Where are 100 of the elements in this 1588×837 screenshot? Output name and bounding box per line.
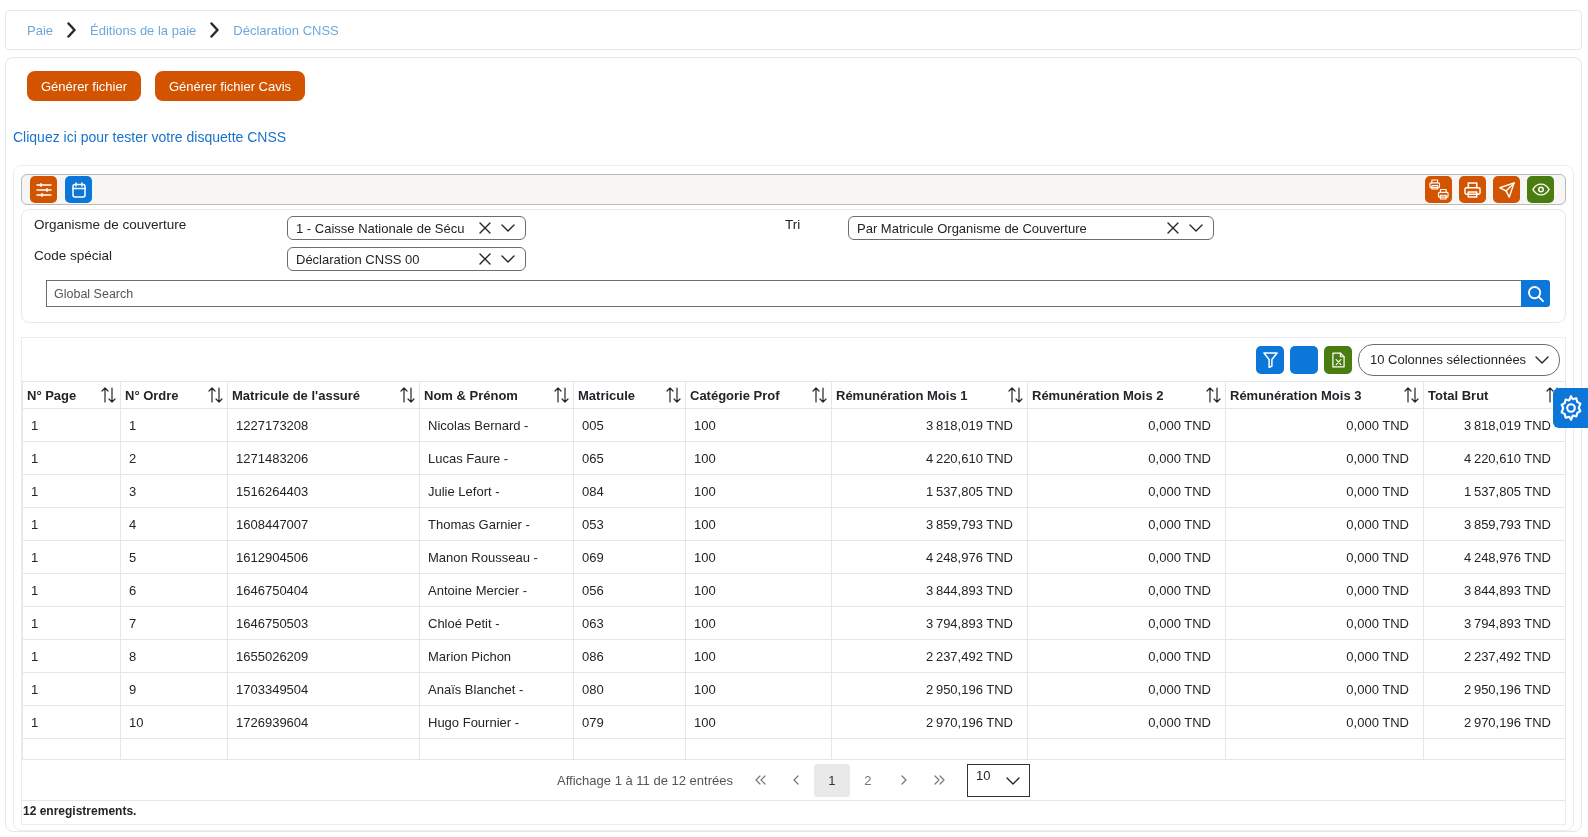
- sort-icon: [208, 387, 223, 403]
- table-cell: 0,000 TND: [1027, 573, 1226, 607]
- sort-icon: [1206, 387, 1221, 403]
- search-button[interactable]: [1521, 280, 1550, 307]
- table-cell: 100: [685, 474, 832, 508]
- filter-select[interactable]: Par Matricule Organisme de Couverture: [848, 216, 1214, 240]
- column-header[interactable]: Rémunération Mois 2: [1027, 381, 1226, 409]
- table-cell: 0,000 TND: [1027, 441, 1226, 475]
- table-cell: 0,000 TND: [1027, 639, 1226, 673]
- send-button[interactable]: [1493, 176, 1520, 203]
- test-link[interactable]: Cliquez ici pour tester votre disquette CNSS: [13, 129, 287, 146]
- clear-icon[interactable]: [1167, 222, 1179, 234]
- calendar-icon: [71, 181, 86, 198]
- column-header[interactable]: Rémunération Mois 1: [831, 381, 1028, 409]
- table-cell: 1: [22, 639, 121, 673]
- table-cell: 2 950,196 TND: [831, 672, 1028, 706]
- table-cell: 1: [22, 507, 121, 541]
- table-cell: 086: [573, 639, 686, 673]
- table-cell: Nicolas Bernard -: [419, 408, 574, 442]
- table-cell: 0,000 TND: [1027, 540, 1226, 574]
- clear-icon[interactable]: [479, 253, 491, 265]
- chevron-right-icon: [900, 775, 907, 785]
- table-cell: 1 537,805 TND: [1423, 474, 1566, 508]
- table-cell: 0,000 TND: [1225, 507, 1424, 541]
- table-cell: 9: [120, 672, 228, 706]
- table-cell: 0,000 TND: [1027, 672, 1226, 706]
- column-header[interactable]: N° Page: [22, 381, 121, 409]
- sort-icon: [1404, 387, 1419, 403]
- filter-select[interactable]: 1 - Caisse Nationale de Sécu: [287, 216, 526, 240]
- table-cell: 5: [120, 540, 228, 574]
- excel-export-button[interactable]: [1324, 345, 1352, 374]
- table-cell: 0,000 TND: [1027, 507, 1226, 541]
- column-header[interactable]: Matricule de l'assuré: [227, 381, 420, 409]
- generate-button[interactable]: Générer fichier: [27, 71, 141, 101]
- column-header[interactable]: Nom & Prénom: [419, 381, 574, 409]
- table-cell: 065: [573, 441, 686, 475]
- page-button[interactable]: 1: [813, 763, 850, 797]
- sliders-icon: [35, 182, 52, 197]
- table-cell: 3 844,893 TND: [831, 573, 1028, 607]
- table-cell: 100: [685, 705, 832, 739]
- table-cell: Anaïs Blanchet -: [419, 672, 574, 706]
- table-cell: 3 794,893 TND: [831, 606, 1028, 640]
- pagination-summary: Affichage 1 à 11 de 12 entrées: [557, 772, 733, 788]
- clear-icon[interactable]: [479, 222, 491, 234]
- table-cell: 4: [120, 507, 228, 541]
- table-cell: 0,000 TND: [1027, 606, 1226, 640]
- table-cell: 3 818,019 TND: [831, 408, 1028, 442]
- sort-icon: [1008, 387, 1023, 403]
- table-cell: 0,000 TND: [1225, 573, 1424, 607]
- table-cell: Manon Rousseau -: [419, 540, 574, 574]
- table-cell: 100: [685, 573, 832, 607]
- settings-toolbar-button[interactable]: [30, 176, 57, 203]
- batch-print-button[interactable]: [1425, 176, 1452, 203]
- page-size-select[interactable]: 10: [966, 763, 1030, 797]
- table-cell: 0,000 TND: [1225, 540, 1424, 574]
- generate-button[interactable]: Générer fichier Cavis: [155, 71, 306, 101]
- search-field[interactable]: Global Search: [46, 280, 1521, 307]
- printers-icon: [1428, 179, 1449, 200]
- column-header[interactable]: Rémunération Mois 3: [1225, 381, 1424, 409]
- table-cell: 1: [22, 573, 121, 607]
- column-header[interactable]: Matricule: [573, 381, 686, 409]
- table-cell: 100: [685, 507, 832, 541]
- table-cell: 1: [22, 408, 121, 442]
- action-button[interactable]: [1290, 345, 1318, 374]
- page-button[interactable]: 2: [849, 763, 886, 797]
- table-cell: 1271483206: [227, 441, 420, 475]
- table-cell: 0,000 TND: [1225, 408, 1424, 442]
- table-cell: 4 248,976 TND: [831, 540, 1028, 574]
- table-cell: Julie Lefort -: [419, 474, 574, 508]
- table-cell: 1: [22, 606, 121, 640]
- filter-select[interactable]: Déclaration CNSS 00: [287, 247, 526, 271]
- table-cell: 4 220,610 TND: [1423, 441, 1566, 475]
- column-header[interactable]: N° Ordre: [120, 381, 228, 409]
- table-cell: 1608447007: [227, 507, 420, 541]
- print-button[interactable]: [1459, 176, 1486, 203]
- table-cell: 0,000 TND: [1225, 474, 1424, 508]
- table-cell: 1: [22, 705, 121, 739]
- chevron-down-icon: [501, 224, 515, 232]
- table-cell: 4 248,976 TND: [1423, 540, 1566, 574]
- preview-button[interactable]: [1527, 176, 1554, 203]
- sort-icon: [554, 387, 569, 403]
- table-cell: 100: [685, 441, 832, 475]
- filter-button[interactable]: [1256, 345, 1284, 374]
- settings-button[interactable]: [1553, 388, 1588, 428]
- search-icon: [1527, 285, 1544, 302]
- table-cell: 1: [22, 474, 121, 508]
- column-header[interactable]: Catégorie Prof: [685, 381, 832, 409]
- chevron-down-icon: [1535, 355, 1549, 364]
- funnel-icon: [1262, 351, 1278, 368]
- column-select[interactable]: 10 Colonnes sélectionnées: [1358, 343, 1560, 376]
- table-cell: 069: [573, 540, 686, 574]
- table-cell: 2 237,492 TND: [831, 639, 1028, 673]
- table-cell: 0,000 TND: [1225, 606, 1424, 640]
- double-chevron-right-icon: [933, 775, 946, 785]
- calendar-button[interactable]: [65, 176, 92, 203]
- filter-label: Code spécial: [34, 247, 113, 263]
- table-cell: 4 220,610 TND: [831, 441, 1028, 475]
- table-cell: 0,000 TND: [1225, 705, 1424, 739]
- table-cell: 084: [573, 474, 686, 508]
- double-chevron-left-icon: [753, 775, 766, 785]
